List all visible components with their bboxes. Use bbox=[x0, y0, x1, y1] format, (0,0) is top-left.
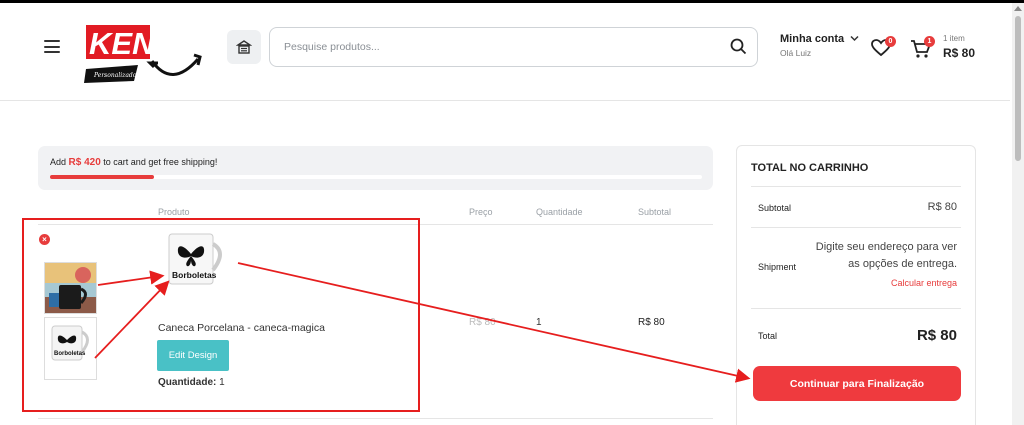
column-header-subtotal: Subtotal bbox=[638, 207, 672, 217]
menu-icon[interactable] bbox=[44, 40, 60, 53]
chevron-down-icon[interactable] bbox=[850, 35, 859, 42]
wishlist-count-badge: 0 bbox=[885, 36, 896, 47]
scroll-up-arrow[interactable] bbox=[1014, 6, 1022, 11]
store-icon bbox=[236, 40, 252, 54]
search-icon[interactable] bbox=[730, 38, 747, 55]
cart-items-label: 1 item bbox=[943, 34, 965, 43]
account-menu[interactable]: Minha conta Olá Luiz bbox=[780, 33, 859, 58]
table-divider-bottom bbox=[38, 418, 713, 419]
edit-design-button[interactable]: Edit Design bbox=[157, 340, 229, 371]
cart-count-badge: 1 bbox=[924, 36, 935, 47]
account-greeting: Olá Luiz bbox=[780, 48, 812, 58]
free-shipping-progress-fill bbox=[50, 175, 155, 179]
brand-logo[interactable]: KENKÉ Personalizados bbox=[80, 11, 208, 89]
account-label[interactable]: Minha conta bbox=[780, 33, 844, 45]
product-name-link[interactable]: Caneca Porcelana - caneca-magica bbox=[158, 322, 325, 334]
column-header-price: Preço bbox=[469, 207, 493, 217]
scrollbar-thumb[interactable] bbox=[1015, 16, 1021, 161]
design-thumbnail-photo[interactable] bbox=[44, 262, 97, 314]
annotation-arrow bbox=[97, 270, 165, 286]
free-shipping-suffix: to cart and get free shipping! bbox=[103, 157, 218, 167]
mug-thumbnail-image: Borboletas bbox=[51, 325, 89, 361]
summary-divider bbox=[751, 308, 961, 309]
subtotal-label: Subtotal bbox=[758, 203, 792, 213]
site-header: KENKÉ Personalizados Minha conta Olá Lui… bbox=[0, 3, 1010, 101]
subtotal-cell: R$ 80 bbox=[638, 317, 665, 328]
free-shipping-amount: R$ 420 bbox=[68, 157, 101, 168]
logo-text-ken: KENKÉ bbox=[89, 26, 199, 61]
free-shipping-prefix: Add bbox=[50, 157, 67, 167]
product-image-caption: Borboletas bbox=[172, 270, 217, 280]
shipment-label: Shipment bbox=[758, 262, 797, 272]
subtotal-value: R$ 80 bbox=[927, 201, 957, 213]
cart-button[interactable]: 1 bbox=[910, 36, 935, 58]
remove-item-button[interactable]: × bbox=[39, 234, 50, 245]
store-button[interactable] bbox=[227, 30, 261, 64]
mug-photo-image bbox=[45, 263, 96, 313]
quantity-cell[interactable]: 1 bbox=[536, 317, 542, 328]
mug-thumbnail-caption: Borboletas bbox=[54, 351, 86, 357]
search-input[interactable] bbox=[270, 28, 710, 66]
total-value: R$ 80 bbox=[916, 327, 957, 344]
free-shipping-notice: Add R$ 420 to cart and get free shipping… bbox=[38, 146, 713, 190]
design-thumbnail-mug[interactable]: Borboletas bbox=[44, 317, 97, 380]
free-shipping-progress bbox=[50, 175, 702, 179]
wishlist-button[interactable]: 0 bbox=[871, 36, 896, 57]
table-divider bbox=[38, 224, 713, 225]
price-cell: R$ 80 bbox=[469, 317, 496, 328]
shipment-info-text: Digite seu endereço para ver as opções d… bbox=[815, 241, 957, 270]
cart-summary-title: TOTAL NO CARRINHO bbox=[751, 162, 869, 174]
summary-divider bbox=[751, 227, 961, 228]
cart-total-label[interactable]: R$ 80 bbox=[943, 46, 975, 60]
calculate-shipping-link[interactable]: Calcular entrega bbox=[891, 278, 957, 288]
quantity-value: 1 bbox=[219, 377, 225, 388]
quantity-label: Quantidade: bbox=[158, 377, 217, 388]
column-header-quantity: Quantidade bbox=[536, 207, 583, 217]
summary-divider bbox=[751, 186, 961, 187]
total-label: Total bbox=[758, 331, 778, 341]
product-image[interactable]: Borboletas bbox=[165, 230, 229, 288]
product-quantity-line: Quantidade: 1 bbox=[158, 377, 225, 388]
proceed-to-checkout-button[interactable]: Continuar para Finalização bbox=[753, 366, 961, 401]
column-header-product: Produto bbox=[158, 207, 190, 217]
free-shipping-text: Add R$ 420 to cart and get free shipping… bbox=[50, 157, 217, 168]
cart-summary: TOTAL NO CARRINHO Subtotal R$ 80 Shipmen… bbox=[736, 145, 976, 425]
logo-subtext: Personalizados bbox=[93, 72, 139, 79]
search-box bbox=[269, 27, 758, 67]
